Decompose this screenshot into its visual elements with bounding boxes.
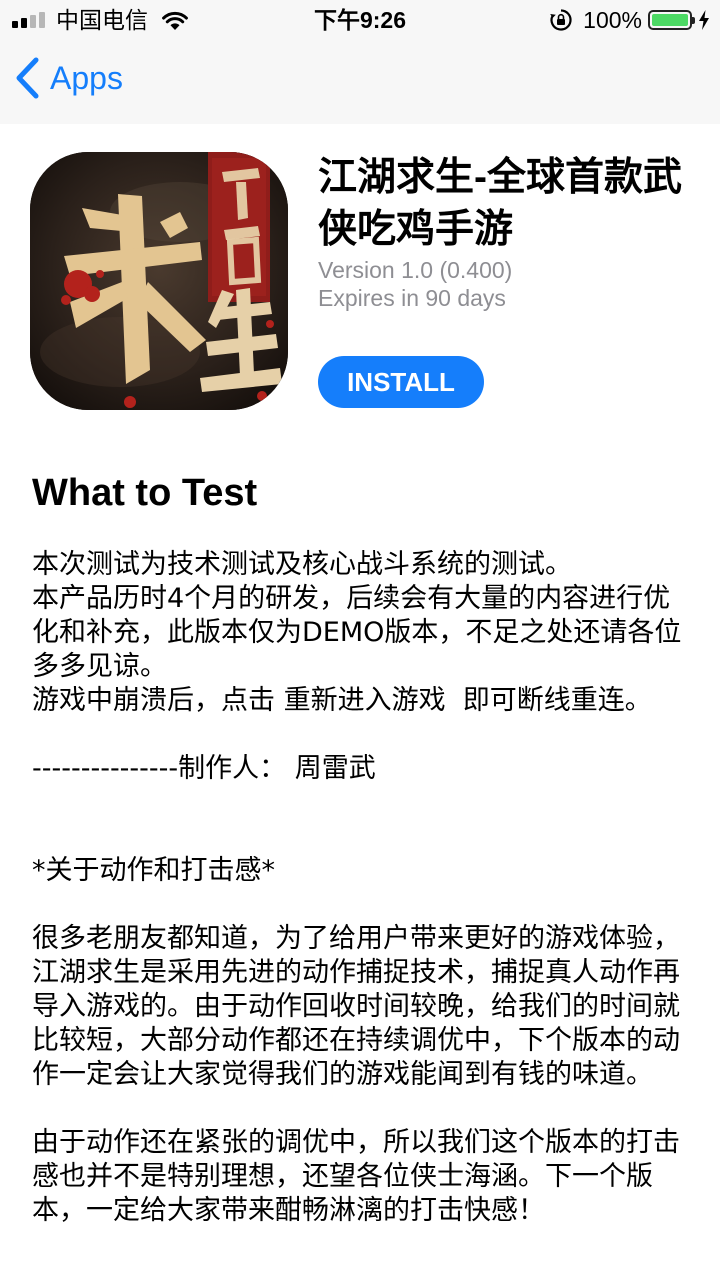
battery-percent: 100% [583, 7, 642, 33]
app-version: Version 1.0 (0.400) [318, 257, 513, 283]
app-expiry: Expires in 90 days [318, 285, 506, 311]
release-notes: 本次测试为技术测试及核心战斗系统的测试。 本产品历时4个月的研发，后续会有大量的… [32, 549, 682, 1226]
battery-icon [648, 10, 695, 30]
back-button[interactable]: Apps [14, 56, 123, 100]
app-icon-artwork [30, 152, 288, 410]
charging-bolt-icon [699, 10, 709, 30]
status-bar: 中国电信 下午9:26 100% [0, 0, 720, 40]
what-to-test-heading: What to Test [32, 472, 258, 514]
orientation-lock-icon [550, 9, 572, 31]
status-right: 100% [549, 8, 710, 32]
battery-fill [652, 14, 688, 26]
app-icon [30, 152, 288, 410]
install-button[interactable]: INSTALL [318, 356, 484, 408]
chevron-left-icon [16, 57, 39, 99]
back-button-label: Apps [50, 60, 123, 96]
navigation-bar: Apps [0, 40, 720, 124]
app-name: 江湖求生-全球首款武侠吃鸡手游 [318, 156, 682, 251]
